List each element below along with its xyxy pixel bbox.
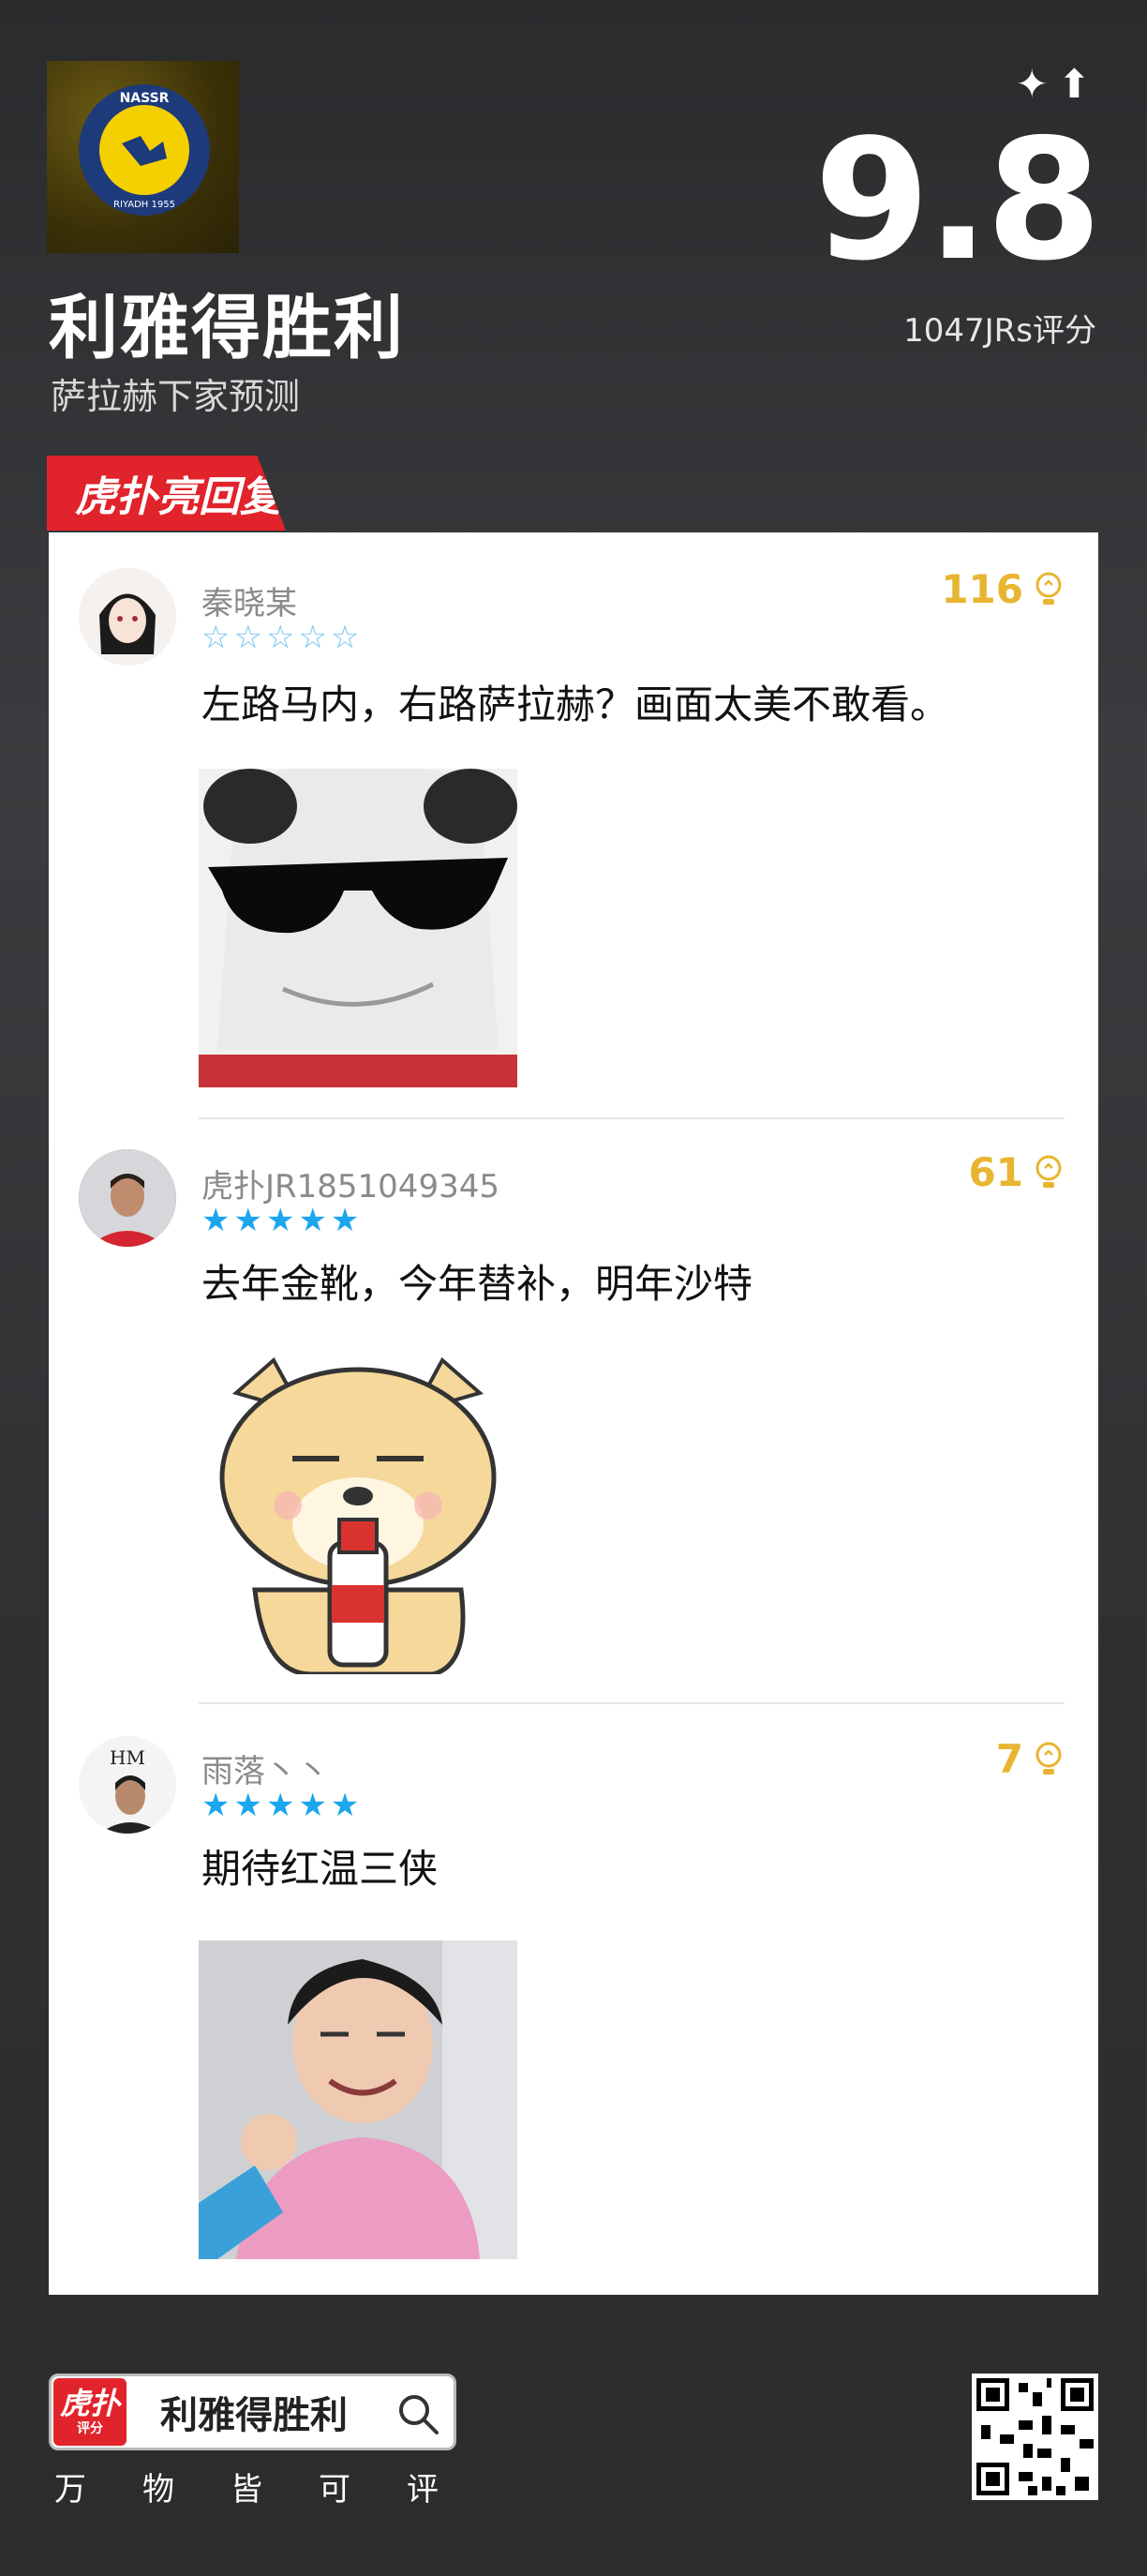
qr-code-icon [972,2374,1098,2500]
nassr-crest-icon: NASSR RIYADH 1955 [79,84,210,216]
comment-image-sunglasses[interactable] [199,769,517,1087]
comment-image-dog-sticker[interactable] [199,1355,517,1674]
rating-count: 1047JRs评分 [903,312,1096,350]
lightbulb-icon [1035,572,1062,605]
like-counter[interactable]: 116 [941,566,1065,612]
score-value: 9.8 [813,103,1102,297]
hupu-rating-logo: 虎扑 评分 [53,2378,127,2446]
rating-stars: ★★★★★ [201,1787,364,1824]
svg-text:RIYADH 1955: RIYADH 1955 [113,200,175,210]
search-text: 利雅得胜利 [160,2394,348,2437]
like-count: 61 [968,1149,1023,1195]
lightbulb-icon [1035,1155,1062,1188]
like-count: 116 [941,566,1023,612]
user-avatar[interactable]: HM [79,1736,176,1834]
page-title: 利雅得胜利 [49,288,405,368]
hupu-mark-icon: ✦ [1015,61,1058,107]
search-bar[interactable]: 虎扑 评分 利雅得胜利 [49,2374,456,2450]
up-arrow-icon: ⬆ [1057,61,1100,107]
lightbulb-icon [1035,1742,1062,1775]
comments-card: 秦晓某 ☆☆☆☆☆ 116 左路马内，右路萨拉赫？画面太美不敢看。 虎扑JR18… [49,532,1098,2295]
comment-text: 去年金靴，今年替补，明年沙特 [201,1261,753,1307]
qr-code[interactable] [972,2374,1098,2500]
like-counter[interactable]: 7 [996,1736,1065,1782]
comment-text: 期待红温三侠 [201,1846,439,1892]
page-subtitle: 萨拉赫下家预测 [51,376,301,417]
comment-image-pointing-person[interactable] [199,1940,517,2259]
divider [199,1702,1065,1704]
club-logo: NASSR RIYADH 1955 [47,61,239,253]
like-counter[interactable]: 61 [969,1149,1065,1195]
svg-text:NASSR: NASSR [120,91,170,106]
user-avatar[interactable] [79,568,176,666]
search-icon[interactable] [395,2391,440,2436]
username[interactable]: 雨落丶丶 [201,1745,329,1791]
comment-text: 左路马内，右路萨拉赫？画面太美不敢看。 [201,681,950,727]
rating-stars: ★★★★★ [201,1202,364,1239]
slogan: 万物皆可评 [54,2471,495,2509]
rating-stars: ☆☆☆☆☆ [201,619,364,656]
section-badge: 虎扑亮回复 [47,456,286,531]
like-count: 7 [995,1736,1023,1782]
username[interactable]: 秦晓某 [201,577,297,623]
username[interactable]: 虎扑JR1851049345 [201,1161,499,1206]
user-avatar[interactable] [79,1149,176,1247]
svg-text:HM: HM [110,1746,145,1769]
divider [199,1117,1065,1119]
top-right-icons: ✦⬆ [1016,61,1100,107]
